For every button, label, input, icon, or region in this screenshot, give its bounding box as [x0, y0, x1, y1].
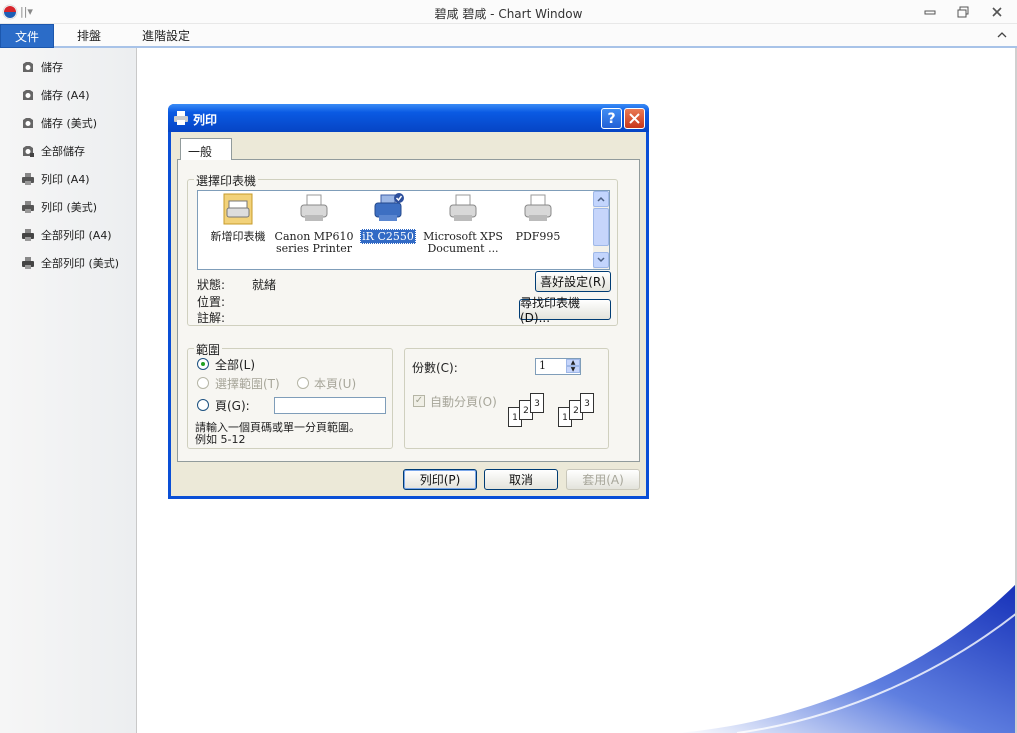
preferences-button[interactable]: 喜好設定(R) [535, 271, 611, 292]
group-label: 選擇印表機 [194, 172, 259, 189]
status-label: 狀態: [197, 278, 226, 292]
printer-icon [297, 193, 331, 227]
save-icon [20, 87, 36, 103]
ribbon-tabs: 文件 排盤 進階設定 [0, 24, 1017, 48]
add-printer-icon [221, 193, 255, 227]
sidebar-item-print-us[interactable]: 列印 (美式) [20, 196, 97, 218]
restore-icon [957, 6, 969, 18]
minimize-icon [924, 10, 936, 15]
stepper-down-icon[interactable]: ▼ [566, 366, 580, 373]
chevron-down-icon [597, 257, 605, 263]
printer-item-pdf995[interactable]: PDF995 [498, 193, 578, 243]
sidebar-item-label: 全部儲存 [41, 145, 85, 158]
range-pages-label: 頁(G): [215, 399, 250, 413]
decorative-swoosh [677, 583, 1017, 733]
sidebar-item-label: 儲存 (美式) [41, 117, 98, 130]
range-all-label: 全部(L) [215, 358, 256, 372]
minimize-button[interactable] [919, 3, 941, 21]
chevron-up-icon [597, 196, 605, 202]
page-range-group: 範圍 全部(L) 選擇範圍(T) 本頁(U) 頁(G): 請輸入一個頁碼或單一分… [187, 341, 393, 449]
stepper-up-icon[interactable]: ▲ [566, 359, 580, 366]
printer-item-canon[interactable]: Canon MP610 series Printer [274, 193, 354, 255]
collate-label: 自動分頁(O) [430, 395, 497, 409]
scroll-up-button[interactable] [593, 191, 609, 207]
file-menu-sidebar: 儲存 儲存 (A4) 儲存 (美式) 全部儲存 列印 (A4) 列印 (美式) … [0, 48, 137, 733]
printer-icon [521, 193, 555, 227]
sidebar-item-label: 全部列印 (A4) [41, 229, 112, 242]
printer-item-microsoft-xps[interactable]: Microsoft XPS Document ... [423, 193, 503, 255]
range-hint-line2: 例如 5-12 [195, 433, 246, 446]
save-icon [20, 115, 36, 131]
sidebar-item-label: 全部列印 (美式) [41, 257, 120, 270]
location-label: 位置: [197, 295, 226, 309]
printer-icon [20, 171, 36, 187]
range-pages-radio[interactable] [197, 399, 209, 411]
general-tab-page: 選擇印表機 新增印表機 Canon MP610 series Printer i… [177, 159, 640, 462]
dialog-body: 一般 選擇印表機 新增印表機 Canon MP610 series Printe… [171, 132, 646, 496]
print-button[interactable]: 列印(P) [403, 469, 477, 490]
copies-input[interactable]: 1 ▲ ▼ [535, 358, 581, 375]
title-bar: ||▾ 碧咸 碧咸 - Chart Window [0, 0, 1017, 24]
sidebar-item-label: 儲存 (A4) [41, 89, 90, 102]
restore-button[interactable] [952, 3, 974, 21]
range-current-page-label: 本頁(U) [314, 377, 357, 391]
sidebar-item-label: 列印 (美式) [41, 201, 98, 214]
range-selection-radio[interactable] [197, 377, 209, 389]
network-printer-icon [371, 193, 405, 227]
scroll-thumb[interactable] [593, 208, 609, 246]
printer-item-add[interactable]: 新增印表機 [198, 193, 278, 243]
printer-icon [20, 199, 36, 215]
range-selection-label: 選擇範圍(T) [215, 377, 280, 391]
select-printer-group: 選擇印表機 新增印表機 Canon MP610 series Printer i… [187, 172, 618, 326]
printer-list[interactable]: 新增印表機 Canon MP610 series Printer iR C255… [197, 190, 610, 270]
copies-label: 份數(C): [412, 361, 458, 375]
tab-layout[interactable]: 排盤 [68, 24, 110, 48]
dialog-title-bar: 列印 ? [168, 104, 649, 132]
printer-list-scrollbar[interactable] [593, 191, 609, 269]
close-icon [629, 113, 640, 124]
tab-advanced-settings[interactable]: 進階設定 [138, 24, 194, 48]
copies-stepper[interactable]: ▲ ▼ [566, 359, 580, 374]
help-button[interactable]: ? [601, 108, 622, 129]
collapse-ribbon-icon[interactable] [995, 28, 1009, 42]
find-printer-button[interactable]: 尋找印表機(D)... [519, 296, 611, 325]
save-all-icon [20, 143, 36, 159]
status-value: 就緒 [252, 278, 277, 292]
scroll-down-button[interactable] [593, 252, 609, 268]
apply-button[interactable]: 套用(A) [566, 469, 640, 490]
printer-icon [174, 111, 188, 125]
tab-general[interactable]: 一般 [180, 138, 232, 160]
print-all-icon [20, 255, 36, 271]
printer-item-ir-c2550[interactable]: iR C2550 [348, 193, 428, 244]
dialog-close-button[interactable] [624, 108, 645, 129]
range-current-page-radio[interactable] [297, 377, 309, 389]
dialog-title: 列印 [193, 113, 218, 127]
tab-file[interactable]: 文件 [0, 24, 54, 48]
sidebar-item-save-us[interactable]: 儲存 (美式) [20, 112, 97, 134]
help-icon: ? [607, 110, 616, 127]
close-window-button[interactable] [986, 3, 1008, 21]
sidebar-item-print-a4[interactable]: 列印 (A4) [20, 168, 90, 190]
close-icon [992, 7, 1002, 17]
sidebar-item-print-all-a4[interactable]: 全部列印 (A4) [20, 224, 112, 246]
comment-label: 註解: [197, 311, 226, 325]
print-all-icon [20, 227, 36, 243]
sidebar-item-save-a4[interactable]: 儲存 (A4) [20, 84, 90, 106]
sidebar-item-save-all[interactable]: 全部儲存 [20, 140, 85, 162]
sidebar-item-label: 儲存 [41, 61, 63, 74]
range-all-radio[interactable] [197, 358, 209, 370]
pages-input[interactable] [274, 397, 386, 414]
printer-icon [446, 193, 480, 227]
collate-checkbox[interactable]: ✓ [413, 395, 425, 407]
sidebar-item-print-all-us[interactable]: 全部列印 (美式) [20, 252, 119, 274]
window-title: 碧咸 碧咸 - Chart Window [434, 7, 583, 21]
copies-group: 份數(C): 1 ▲ ▼ ✓ 自動分頁(O) 1 2 3 1 2 3 [404, 348, 609, 449]
print-dialog: 列印 ? 一般 選擇印表機 新增印表機 Canon MP610 series P… [168, 104, 649, 499]
sidebar-item-label: 列印 (A4) [41, 173, 90, 186]
cancel-button[interactable]: 取消 [484, 469, 558, 490]
sidebar-item-save[interactable]: 儲存 [20, 56, 63, 78]
save-icon [20, 59, 36, 75]
